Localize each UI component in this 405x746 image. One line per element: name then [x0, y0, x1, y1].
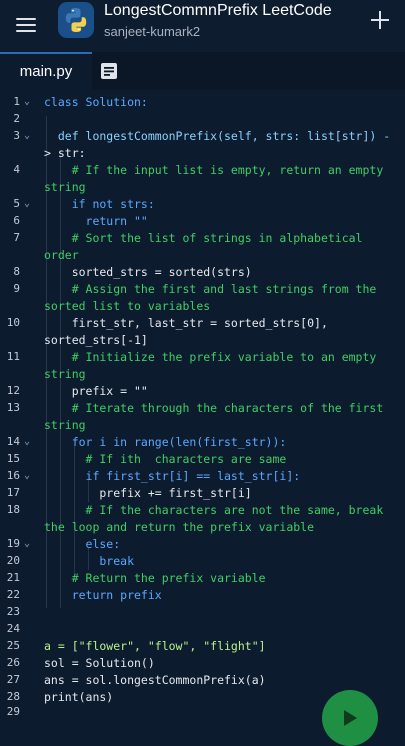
line-number: 18 [6, 503, 20, 516]
line-number: 28 [6, 690, 20, 703]
line-number: 19 [6, 537, 20, 550]
code-line: prefix = "" [44, 384, 148, 398]
code-editor[interactable]: 1 2 3 4 5 6 7 8 9 10 11 12 13 14 15 16 1… [0, 90, 405, 720]
fold-chevron-icon[interactable]: ⌄ [24, 96, 34, 107]
code-comment: # Initialize the prefix variable to an e… [44, 350, 377, 364]
fold-chevron-icon[interactable]: ⌄ [24, 198, 34, 209]
code-line: a = ["flower", "flow", "flight"] [44, 639, 266, 653]
hamburger-menu-icon[interactable] [14, 13, 38, 37]
code-comment: the loop and return the prefix variable [44, 520, 315, 534]
code-comment: string [44, 418, 86, 432]
line-number: 5 [13, 197, 20, 210]
line-number: 20 [6, 554, 20, 567]
line-number: 4 [13, 163, 20, 176]
line-number: 10 [6, 316, 20, 329]
code-line: sorted_strs[-1] [44, 333, 148, 347]
line-number: 6 [13, 214, 20, 227]
code-line: if first_str[i] == last_str[i]: [44, 469, 301, 483]
code-line: sol = Solution() [44, 656, 155, 670]
code-comment: sorted list to variables [44, 299, 211, 313]
code-line: first_str, last_str = sorted_strs[0], [44, 316, 328, 330]
code-comment: string [44, 367, 86, 381]
document-icon[interactable] [100, 62, 118, 80]
line-number: 12 [6, 384, 20, 397]
line-number: 17 [6, 486, 20, 499]
plus-icon[interactable] [368, 8, 392, 32]
owner-username[interactable]: sanjeet-kumark2 [104, 24, 200, 39]
play-icon [344, 710, 357, 726]
code-line: prefix += first_str[i] [44, 486, 252, 500]
tab-main-py[interactable]: main.py [0, 52, 92, 90]
fold-chevron-icon[interactable]: ⌄ [24, 538, 34, 549]
code-comment: # Iterate through the characters of the … [44, 401, 384, 415]
line-number: 14 [6, 435, 20, 448]
repl-title[interactable]: LongestCommnPrefix LeetCode [104, 2, 332, 20]
line-number: 15 [6, 452, 20, 465]
line-number: 7 [13, 231, 20, 244]
line-number: 3 [13, 129, 20, 142]
code-comment: # If ith characters are same [44, 452, 287, 466]
run-button[interactable] [322, 690, 378, 746]
code-line: > str: [44, 146, 86, 160]
code-line: def longestCommonPrefix(self, strs: list… [44, 129, 391, 143]
code-line: if not strs: [44, 197, 155, 211]
code-line: return prefix [44, 588, 162, 602]
fold-chevron-icon[interactable]: ⌄ [24, 130, 34, 141]
line-number: 29 [6, 705, 20, 718]
line-number: 9 [13, 282, 20, 295]
code-comment: # Return the prefix variable [44, 571, 266, 585]
line-number: 25 [6, 639, 20, 652]
code-comment: string [44, 180, 86, 194]
fold-chevron-icon[interactable]: ⌄ [24, 470, 34, 481]
line-number: 23 [6, 605, 20, 618]
code-line: class Solution: [44, 95, 148, 109]
line-number: 16 [6, 469, 20, 482]
code-line: break [44, 554, 135, 568]
code-line: return "" [44, 214, 148, 228]
code-comment: # If the characters are not the same, br… [44, 503, 384, 517]
line-number: 24 [6, 622, 20, 635]
code-line: sorted_strs = sorted(strs) [44, 265, 252, 279]
code-comment: # Sort the list of strings in alphabetic… [44, 231, 363, 245]
line-number: 11 [6, 350, 20, 363]
line-number: 2 [13, 112, 20, 125]
python-logo-icon [58, 2, 94, 38]
line-number: 8 [13, 265, 20, 278]
line-number: 21 [6, 571, 20, 584]
code-comment: order [44, 248, 79, 262]
line-number: 27 [6, 673, 20, 686]
line-number: 22 [6, 588, 20, 601]
tab-bar: main.py [0, 52, 405, 91]
code-comment: # Assign the first and last strings from… [44, 282, 377, 296]
code-line: ans = sol.longestCommonPrefix(a) [44, 673, 266, 687]
code-line: else: [44, 537, 121, 551]
line-number: 26 [6, 656, 20, 669]
line-number: 1 [13, 95, 20, 108]
code-line: for i in range(len(first_str)): [44, 435, 287, 449]
line-number: 13 [6, 401, 20, 414]
top-bar: LongestCommnPrefix LeetCode sanjeet-kuma… [0, 0, 405, 52]
fold-chevron-icon[interactable]: ⌄ [24, 436, 34, 447]
code-comment: # If the input list is empty, return an … [44, 163, 384, 177]
